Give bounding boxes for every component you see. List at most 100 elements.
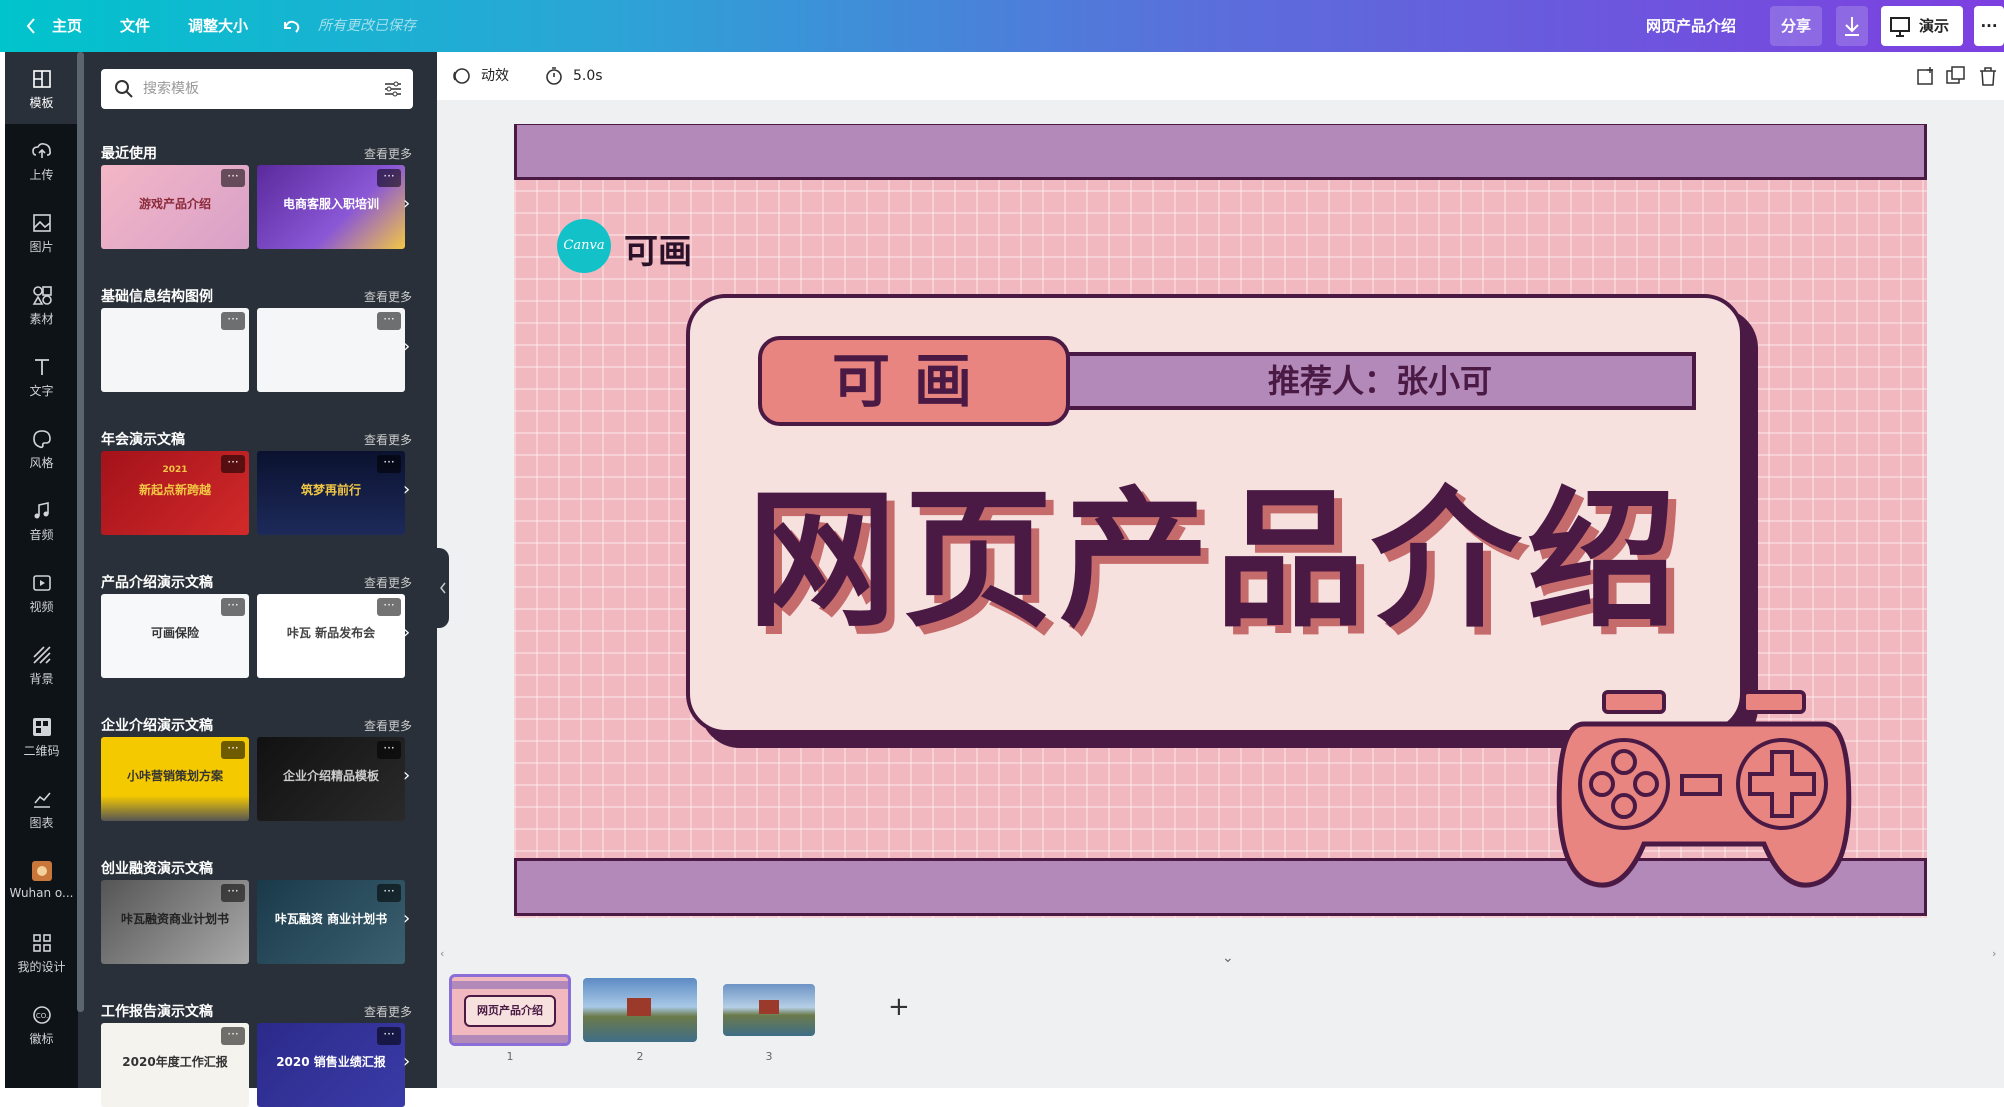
thumbnail-more-icon[interactable]: ··· bbox=[377, 312, 401, 330]
template-thumbnail[interactable]: 2020 销售业绩汇报 ··· bbox=[257, 1023, 405, 1107]
see-more-link[interactable]: 查看更多 bbox=[364, 288, 412, 305]
rail-item-logo[interactable]: CO. 徽标 bbox=[5, 988, 78, 1060]
thumbnail-title: 咔瓦融资商业计划书 bbox=[120, 912, 229, 926]
chevron-down-icon[interactable]: ⌄ bbox=[1222, 950, 1234, 966]
chevron-right-icon[interactable]: › bbox=[403, 479, 410, 500]
page-number-1: 1 bbox=[506, 1050, 514, 1063]
rail-item-audio[interactable]: 音频 bbox=[5, 484, 78, 556]
template-thumbnail[interactable]: 可画保险 ··· bbox=[101, 594, 249, 678]
rail-item-label: 图表 bbox=[29, 816, 54, 830]
duplicate-page-icon[interactable] bbox=[1945, 65, 1967, 87]
template-thumbnail[interactable]: ··· bbox=[257, 308, 405, 392]
rail-item-chart[interactable]: 图表 bbox=[5, 772, 78, 844]
more-button[interactable]: ··· bbox=[1974, 6, 2004, 46]
recommender-bar: 推荐人：张小可 bbox=[1064, 352, 1696, 410]
share-button[interactable]: 分享 bbox=[1770, 6, 1822, 46]
rail-item-label: 我的设计 bbox=[17, 960, 66, 974]
delete-page-icon[interactable] bbox=[1977, 65, 1999, 87]
rail-item-label: 模板 bbox=[29, 96, 54, 110]
download-button[interactable] bbox=[1836, 6, 1868, 46]
rail-item-video[interactable]: 视频 bbox=[5, 556, 78, 628]
rail-item-label: 文字 bbox=[29, 384, 54, 398]
add-page-icon[interactable] bbox=[1915, 65, 1937, 87]
rail-item-background[interactable]: 背景 bbox=[5, 628, 78, 700]
rail-item-palette[interactable]: 风格 bbox=[5, 412, 78, 484]
template-thumbnail[interactable]: 咔瓦 新品发布会 ··· bbox=[257, 594, 405, 678]
see-more-link[interactable]: 查看更多 bbox=[364, 431, 412, 448]
template-thumbnail[interactable]: 新起点新跨越 2021 ··· bbox=[101, 451, 249, 535]
filter-icon[interactable] bbox=[383, 79, 403, 99]
chevron-right-icon[interactable]: › bbox=[403, 765, 410, 786]
page-thumbnail-2[interactable] bbox=[583, 978, 697, 1042]
strip-right-arrow[interactable]: › bbox=[1992, 947, 1996, 960]
template-thumbnail[interactable]: 咔瓦融资商业计划书 ··· bbox=[101, 880, 249, 964]
page-thumbnail-3[interactable] bbox=[723, 984, 815, 1036]
section-title: 最近使用 bbox=[101, 146, 157, 162]
video-icon bbox=[32, 575, 51, 591]
rail-item-qrcode[interactable]: 二维码 bbox=[5, 700, 78, 772]
rail-item-grid[interactable]: 我的设计 bbox=[5, 916, 78, 988]
section-title: 基础信息结构图例 bbox=[101, 289, 213, 305]
present-button[interactable]: 演示 bbox=[1881, 6, 1963, 46]
rail-item-image[interactable]: 图片 bbox=[5, 196, 78, 268]
chevron-right-icon[interactable]: › bbox=[403, 622, 410, 643]
template-thumbnail[interactable]: 电商客服入职培训 ··· bbox=[257, 165, 405, 249]
template-thumbnail[interactable]: 企业介绍精品模板 ··· bbox=[257, 737, 405, 821]
template-icon bbox=[32, 70, 51, 88]
thumbnail-more-icon[interactable]: ··· bbox=[221, 741, 245, 759]
chevron-right-icon[interactable]: › bbox=[403, 336, 410, 357]
chevron-right-icon[interactable]: › bbox=[403, 908, 410, 929]
see-more-link[interactable]: 查看更多 bbox=[364, 1003, 412, 1020]
animate-button[interactable]: 动效 bbox=[481, 52, 509, 100]
back-chevron-icon[interactable] bbox=[24, 0, 38, 52]
duration-button[interactable]: 5.0s bbox=[573, 52, 603, 100]
qrcode-icon bbox=[32, 718, 51, 736]
thumbnail-more-icon[interactable]: ··· bbox=[221, 169, 245, 187]
template-thumbnail[interactable]: 筑梦再前行 ··· bbox=[257, 451, 405, 535]
slide-canvas[interactable]: Canva 可画 推荐人：张小可 可画 网页产品介绍 bbox=[514, 124, 1927, 918]
rail-item-text[interactable]: 文字 bbox=[5, 340, 78, 412]
see-more-link[interactable]: 查看更多 bbox=[364, 717, 412, 734]
slide-main-title: 网页产品介绍 bbox=[746, 474, 1683, 648]
thumbnail-more-icon[interactable]: ··· bbox=[377, 598, 401, 616]
rail-item-elements[interactable]: 素材 bbox=[5, 268, 78, 340]
search-icon bbox=[115, 80, 133, 98]
thumbnail-more-icon[interactable]: ··· bbox=[377, 455, 401, 473]
template-thumbnail[interactable]: 咔瓦融资 商业计划书 ··· bbox=[257, 880, 405, 964]
template-thumbnail[interactable]: 2020年度工作汇报 ··· bbox=[101, 1023, 249, 1107]
thumbnail-title: 咔瓦 新品发布会 bbox=[286, 626, 376, 640]
thumbnail-more-icon[interactable]: ··· bbox=[377, 169, 401, 187]
present-label: 演示 bbox=[1919, 17, 1950, 35]
home-link[interactable]: 主页 bbox=[52, 0, 82, 52]
see-more-link[interactable]: 查看更多 bbox=[364, 574, 412, 591]
undo-icon[interactable] bbox=[280, 0, 302, 52]
thumbnail-more-icon[interactable]: ··· bbox=[377, 741, 401, 759]
page-thumbnail-1[interactable]: 网页产品介绍 bbox=[449, 974, 571, 1046]
panel-collapse-handle[interactable] bbox=[437, 548, 449, 628]
resize-menu[interactable]: 调整大小 bbox=[188, 0, 248, 52]
thumbnail-more-icon[interactable]: ··· bbox=[377, 1027, 401, 1045]
add-page-button[interactable]: + bbox=[888, 992, 910, 1022]
chevron-right-icon[interactable]: › bbox=[403, 193, 410, 214]
chevron-right-icon[interactable]: › bbox=[403, 1051, 410, 1072]
template-thumbnail[interactable]: 游戏产品介绍 ··· bbox=[101, 165, 249, 249]
rail-item-upload[interactable]: 上传 bbox=[5, 124, 78, 196]
thumbnail-more-icon[interactable]: ··· bbox=[221, 455, 245, 473]
panel-scrollbar[interactable] bbox=[77, 52, 84, 1012]
template-thumbnail[interactable]: ··· bbox=[101, 308, 249, 392]
template-search-input[interactable]: 搜索模板 bbox=[101, 69, 413, 109]
palette-icon bbox=[32, 430, 51, 449]
strip-left-arrow[interactable]: ‹ bbox=[440, 947, 444, 960]
see-more-link[interactable]: 查看更多 bbox=[364, 145, 412, 162]
document-title[interactable]: 网页产品介绍 bbox=[1646, 0, 1736, 52]
animate-icon bbox=[453, 68, 470, 84]
thumbnail-more-icon[interactable]: ··· bbox=[221, 312, 245, 330]
rail-item-app[interactable]: Wuhan o... bbox=[5, 844, 78, 916]
thumbnail-more-icon[interactable]: ··· bbox=[221, 884, 245, 902]
template-thumbnail[interactable]: 小咔营销策划方案 ··· bbox=[101, 737, 249, 821]
thumbnail-more-icon[interactable]: ··· bbox=[377, 884, 401, 902]
thumbnail-more-icon[interactable]: ··· bbox=[221, 598, 245, 616]
file-menu[interactable]: 文件 bbox=[120, 0, 150, 52]
rail-item-template[interactable]: 模板 bbox=[5, 52, 78, 124]
thumbnail-more-icon[interactable]: ··· bbox=[221, 1027, 245, 1045]
